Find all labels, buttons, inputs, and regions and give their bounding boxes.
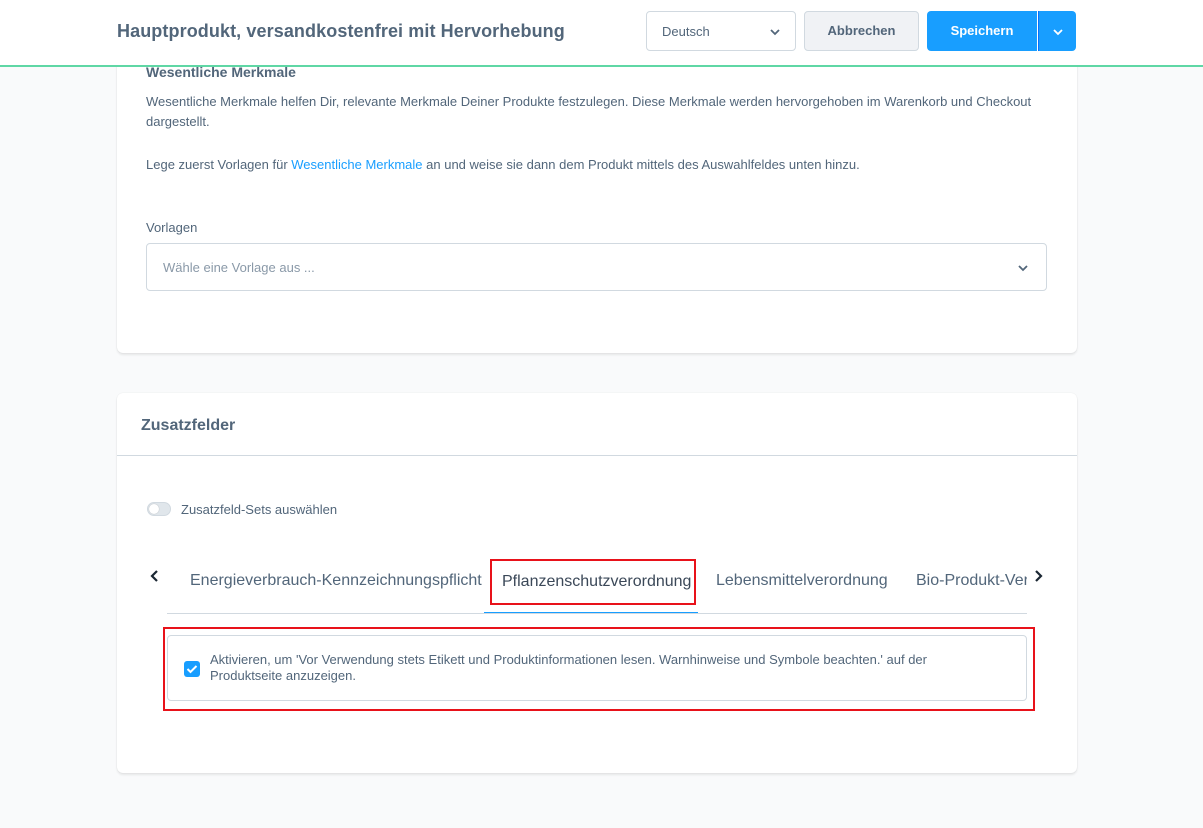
essential-features-card: Wesentliche Merkmale Wesentliche Merkmal… (117, 40, 1077, 353)
top-bar: Hauptprodukt, versandkostenfrei mit Herv… (0, 0, 1203, 67)
custom-fields-header: Zusatzfelder (117, 393, 1077, 456)
hint-suffix: an und weise sie dann dem Produkt mittel… (422, 157, 860, 172)
page-title: Hauptprodukt, versandkostenfrei mit Herv… (117, 21, 565, 41)
hint-prefix: Lege zuerst Vorlagen für (146, 157, 292, 172)
chevron-down-icon (1018, 265, 1028, 272)
templates-placeholder: Wähle eine Vorlage aus ... (163, 260, 315, 275)
custom-fields-card: Zusatzfelder Zusatzfeld-Sets auswählen E… (117, 393, 1077, 773)
essential-features-link[interactable]: Wesentliche Merkmale (291, 157, 422, 172)
toggle-knob (149, 504, 159, 514)
chevron-down-icon (770, 29, 780, 36)
language-select-value: Deutsch (662, 24, 710, 39)
chevron-down-icon (1053, 29, 1063, 36)
essential-features-hint: Lege zuerst Vorlagen für Wesentliche Mer… (146, 157, 1046, 172)
save-button[interactable]: Speichern (927, 11, 1037, 51)
tab-food-regulation[interactable]: Lebensmittelverordnung (716, 572, 888, 590)
chevron-right-icon[interactable] (1033, 569, 1043, 583)
checkbox-highlight (163, 627, 1035, 711)
language-select[interactable]: Deutsch (646, 11, 796, 51)
templates-label: Vorlagen (146, 220, 198, 235)
save-options-button[interactable] (1038, 11, 1076, 51)
chevron-left-icon[interactable] (150, 569, 160, 583)
essential-features-description: Wesentliche Merkmale helfen Dir, relevan… (146, 94, 1032, 129)
active-tab-indicator (484, 612, 698, 613)
tab-organic-regulation[interactable]: Bio-Produkt-Verordnung (916, 572, 1027, 590)
custom-fields-title: Zusatzfelder (141, 417, 236, 434)
custom-field-sets-toggle[interactable] (147, 502, 171, 516)
templates-select[interactable]: Wähle eine Vorlage aus ... (146, 243, 1047, 291)
tab-plant-protection[interactable]: Pflanzenschutzverordnung (502, 573, 691, 591)
tab-energy-labeling[interactable]: Energieverbrauch-Kennzeichnungspflicht (190, 572, 482, 590)
custom-field-sets-label: Zusatzfeld-Sets auswählen (181, 502, 338, 517)
cancel-button[interactable]: Abbrechen (804, 11, 919, 51)
